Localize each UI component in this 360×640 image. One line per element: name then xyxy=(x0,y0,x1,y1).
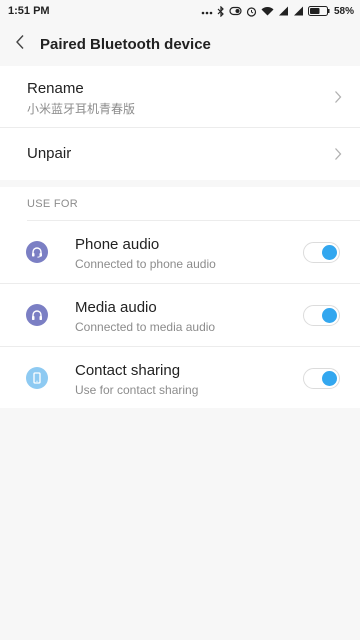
page-title: Paired Bluetooth device xyxy=(40,35,211,53)
unpair-label: Unpair xyxy=(27,145,72,162)
battery-percent: 58% xyxy=(333,5,354,17)
unpair-row[interactable]: Unpair xyxy=(0,128,360,180)
vibrate-icon xyxy=(229,6,242,16)
profile-subtitle: Connected to media audio xyxy=(75,320,216,334)
media-audio-toggle[interactable] xyxy=(303,305,340,326)
toggle-knob xyxy=(322,245,337,260)
signal-icon xyxy=(293,6,304,16)
section-label-use-for: USE FOR xyxy=(27,198,78,210)
profile-title: Contact sharing xyxy=(75,362,181,379)
profile-row-media-audio[interactable]: Media audio Connected to media audio xyxy=(0,284,360,347)
dots-icon xyxy=(201,7,213,15)
phone-icon xyxy=(26,367,48,389)
profile-title: Phone audio xyxy=(75,236,160,253)
device-settings-card: Rename 小米蓝牙耳机青春版 Unpair xyxy=(0,66,360,180)
bluetooth-icon xyxy=(217,5,225,17)
signal-icon xyxy=(278,6,289,16)
status-icons: 58% xyxy=(201,5,354,17)
headset-icon xyxy=(26,241,48,263)
phone-audio-toggle[interactable] xyxy=(303,242,340,263)
alarm-icon xyxy=(246,6,257,17)
use-for-card: USE FOR Phone audio Connected to phone a… xyxy=(0,187,360,408)
toggle-knob xyxy=(322,308,337,323)
chevron-left-icon xyxy=(15,34,25,55)
wifi-icon xyxy=(261,6,274,16)
profile-subtitle: Connected to phone audio xyxy=(75,257,216,271)
battery-icon xyxy=(307,6,330,16)
device-name: 小米蓝牙耳机青春版 xyxy=(27,102,136,116)
app-header: Paired Bluetooth device xyxy=(0,22,360,66)
toggle-knob xyxy=(322,371,337,386)
profile-row-phone-audio[interactable]: Phone audio Connected to phone audio xyxy=(0,221,360,284)
chevron-right-icon xyxy=(334,147,342,166)
contact-sharing-toggle[interactable] xyxy=(303,368,340,389)
rename-label: Rename xyxy=(27,80,84,97)
status-time: 1:51 PM xyxy=(8,5,50,17)
rename-row[interactable]: Rename 小米蓝牙耳机青春版 xyxy=(0,66,360,128)
headphones-icon xyxy=(26,304,48,326)
status-bar: 1:51 PM 58% xyxy=(0,0,360,22)
chevron-right-icon xyxy=(334,90,342,109)
profile-title: Media audio xyxy=(75,299,157,316)
profile-row-contact-sharing[interactable]: Contact sharing Use for contact sharing xyxy=(0,347,360,410)
profile-subtitle: Use for contact sharing xyxy=(75,383,199,397)
back-button[interactable] xyxy=(0,22,40,66)
